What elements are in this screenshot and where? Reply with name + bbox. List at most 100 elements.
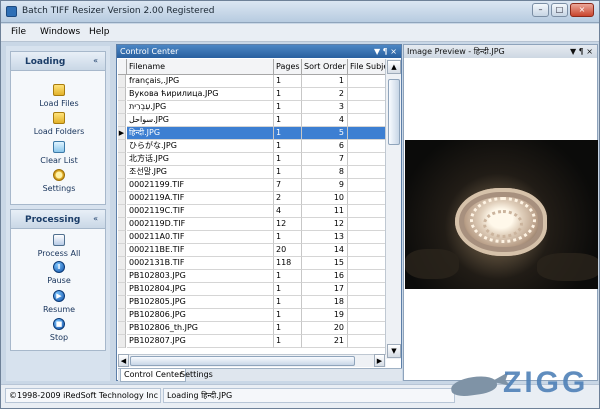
scroll-right-button[interactable]: ▶ bbox=[374, 354, 385, 367]
loading-status: Loading हिन्दी.JPG bbox=[163, 388, 455, 403]
pane-tabs: Control Center Settings bbox=[118, 368, 402, 382]
table-row[interactable]: 0002119A.TIF 2 10 bbox=[118, 192, 386, 205]
filename-cell: PB102806_th.JPG bbox=[127, 322, 274, 335]
maximize-button[interactable]: □ bbox=[551, 3, 568, 17]
pause-label: Pause bbox=[47, 276, 71, 285]
table-row[interactable]: PB102805.JPG 1 18 bbox=[118, 296, 386, 309]
file-subject-cell bbox=[348, 166, 386, 179]
table-row[interactable]: ひらがな.JPG 1 6 bbox=[118, 140, 386, 153]
pages-cell: 1 bbox=[274, 231, 302, 244]
table-row[interactable]: 00021199.TIF 7 9 bbox=[118, 179, 386, 192]
table-row[interactable]: 0002131B.TIF 118 15 bbox=[118, 257, 386, 270]
row-indicator bbox=[118, 192, 126, 205]
load-files-label: Load Files bbox=[39, 99, 79, 108]
sort-order-cell: 16 bbox=[302, 270, 348, 283]
table-row[interactable]: עִבְרִית.JPG 1 3 bbox=[118, 101, 386, 114]
current-row-indicator: ▶ bbox=[118, 127, 126, 140]
coral-subject bbox=[455, 188, 547, 256]
minimize-button[interactable]: – bbox=[532, 3, 549, 17]
sort-order-cell: 15 bbox=[302, 257, 348, 270]
control-center-title-bar: Control Center ▼ ¶ × bbox=[117, 45, 401, 58]
pages-cell: 1 bbox=[274, 166, 302, 179]
resume-button[interactable]: ▶ Resume bbox=[11, 290, 107, 314]
filename-cell: 0002119D.TIF bbox=[127, 218, 274, 231]
row-indicator bbox=[118, 166, 126, 179]
table-row[interactable]: Вукова ћирилица.JPG 1 2 bbox=[118, 88, 386, 101]
image-preview-pane-buttons[interactable]: ▼ ¶ × bbox=[570, 45, 593, 58]
row-indicator bbox=[118, 75, 126, 88]
scroll-down-button[interactable]: ▼ bbox=[387, 344, 401, 358]
table-row[interactable]: 000211BE.TIF 20 14 bbox=[118, 244, 386, 257]
collapse-icon[interactable]: « bbox=[93, 56, 98, 65]
scroll-up-button[interactable]: ▲ bbox=[387, 60, 401, 74]
sort-order-cell: 5 bbox=[302, 127, 348, 140]
table-row[interactable]: PB102806.JPG 1 19 bbox=[118, 309, 386, 322]
filename-cell: ひらがな.JPG bbox=[127, 140, 274, 153]
menu-help[interactable]: Help bbox=[89, 27, 110, 37]
pages-cell: 1 bbox=[274, 114, 302, 127]
column-header-sort-order[interactable]: Sort Order bbox=[302, 59, 348, 75]
processing-panel-header[interactable]: Processing « bbox=[11, 210, 105, 229]
table-row[interactable]: 0002119C.TIF 4 11 bbox=[118, 205, 386, 218]
row-indicator bbox=[118, 283, 126, 296]
folder-stack-icon bbox=[53, 112, 65, 124]
filename-cell: PB102805.JPG bbox=[127, 296, 274, 309]
sort-order-cell: 9 bbox=[302, 179, 348, 192]
file-subject-cell bbox=[348, 257, 386, 270]
table-row[interactable]: PB102806_th.JPG 1 20 bbox=[118, 322, 386, 335]
collapse-icon[interactable]: « bbox=[93, 214, 98, 223]
table-row[interactable]: 北方话.JPG 1 7 bbox=[118, 153, 386, 166]
filename-cell: हिन्दी.JPG bbox=[127, 127, 274, 140]
pages-cell: 1 bbox=[274, 153, 302, 166]
row-indicator bbox=[118, 114, 126, 127]
filename-cell: 00021199.TIF bbox=[127, 179, 274, 192]
rock-shape bbox=[405, 249, 459, 279]
clear-list-button[interactable]: Clear List bbox=[11, 141, 107, 165]
pause-icon: Ⅱ bbox=[53, 261, 65, 273]
horizontal-scroll-thumb[interactable] bbox=[130, 356, 355, 366]
pages-cell: 1 bbox=[274, 88, 302, 101]
file-subject-cell bbox=[348, 101, 386, 114]
column-header-pages[interactable]: Pages bbox=[274, 59, 302, 75]
process-all-button[interactable]: Process All bbox=[11, 234, 107, 258]
control-center-pane-buttons[interactable]: ▼ ¶ × bbox=[374, 45, 397, 58]
process-all-icon bbox=[53, 234, 65, 246]
table-row[interactable]: ▶ हिन्दी.JPG 1 5 bbox=[118, 127, 386, 140]
close-button[interactable]: × bbox=[570, 3, 594, 17]
filename-cell: 조선말.JPG bbox=[127, 166, 274, 179]
row-indicator bbox=[118, 335, 126, 348]
table-row[interactable]: français,.JPG 1 1 bbox=[118, 75, 386, 88]
sort-order-cell: 11 bbox=[302, 205, 348, 218]
row-indicator bbox=[118, 296, 126, 309]
table-row[interactable]: سواحل.JPG 1 4 bbox=[118, 114, 386, 127]
table-row[interactable]: PB102807.JPG 1 21 bbox=[118, 335, 386, 348]
column-header-file-subject[interactable]: File Subject bbox=[348, 59, 386, 75]
stop-button[interactable]: ■ Stop bbox=[11, 318, 107, 342]
load-files-button[interactable]: Load Files bbox=[11, 84, 107, 108]
folder-open-icon bbox=[53, 84, 65, 96]
settings-button[interactable]: Settings bbox=[11, 169, 107, 193]
menu-bar: File Windows Help bbox=[1, 24, 599, 42]
horizontal-scrollbar[interactable]: ◀ ▶ bbox=[118, 354, 386, 367]
tab-settings[interactable]: Settings bbox=[177, 369, 216, 382]
table-row[interactable]: PB102804.JPG 1 17 bbox=[118, 283, 386, 296]
table-row[interactable]: 0002119D.TIF 12 12 bbox=[118, 218, 386, 231]
pause-button[interactable]: Ⅱ Pause bbox=[11, 261, 107, 285]
vertical-scrollbar[interactable]: ▲ ▼ bbox=[385, 59, 401, 359]
table-row[interactable]: 조선말.JPG 1 8 bbox=[118, 166, 386, 179]
menu-file[interactable]: File bbox=[11, 27, 26, 37]
table-row[interactable]: 000211A0.TIF 1 13 bbox=[118, 231, 386, 244]
menu-windows[interactable]: Windows bbox=[40, 27, 80, 37]
pages-cell: 1 bbox=[274, 140, 302, 153]
pages-cell: 1 bbox=[274, 127, 302, 140]
load-folders-button[interactable]: Load Folders bbox=[11, 112, 107, 136]
processing-panel: Processing « Process All Ⅱ Pause ▶ Resum… bbox=[10, 209, 106, 351]
column-header-filename[interactable]: Filename bbox=[127, 59, 274, 75]
table-row[interactable]: PB102803.JPG 1 16 bbox=[118, 270, 386, 283]
vertical-scroll-thumb[interactable] bbox=[388, 79, 400, 145]
sort-order-cell: 7 bbox=[302, 153, 348, 166]
loading-panel-header[interactable]: Loading « bbox=[11, 52, 105, 71]
scroll-left-button[interactable]: ◀ bbox=[118, 354, 129, 367]
file-grid[interactable]: Filename Pages Sort Order File Subject f… bbox=[118, 59, 386, 359]
file-subject-cell bbox=[348, 322, 386, 335]
